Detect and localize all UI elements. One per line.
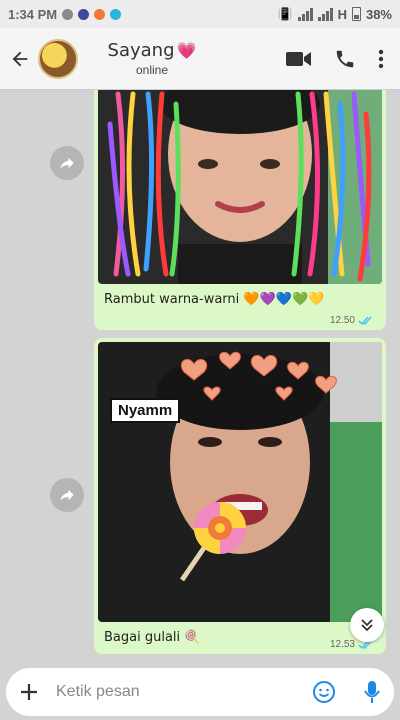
contact-name: Sayang (107, 40, 175, 61)
app-icon (110, 8, 122, 20)
app-icon (78, 8, 90, 20)
photo-lollipop (98, 342, 382, 622)
status-bar: 1:34 PM 📳 H 38% (0, 0, 400, 28)
message-bubble[interactable]: Rambut warna-warni 🧡💜💙💚💛 12.50 (94, 90, 386, 330)
attach-plus-icon[interactable] (20, 683, 38, 701)
music-icon (94, 8, 106, 20)
network-type: H (337, 6, 347, 22)
message-bubble[interactable]: Nyamm Bagai gulali 🍭 12.53 (94, 338, 386, 654)
voice-call-icon[interactable] (334, 48, 356, 70)
signal-icon (297, 7, 313, 21)
chat-area[interactable]: Rambut warna-warni 🧡💜💙💚💛 12.50 Nyamm Bag… (0, 90, 400, 665)
microphone-icon[interactable] (364, 680, 380, 704)
forward-button[interactable] (50, 146, 84, 180)
message-photo[interactable]: Nyamm (98, 342, 382, 622)
battery-level: 38% (365, 6, 392, 22)
message-composer (6, 668, 394, 716)
vibrate-icon: 📳 (277, 7, 293, 21)
double-chevron-down-icon (361, 619, 373, 632)
emoji-icon[interactable] (312, 680, 336, 704)
signal-icon (317, 7, 333, 21)
message-meta: 12.50 (330, 315, 374, 326)
message-time: 12.50 (329, 315, 355, 326)
battery-icon (351, 7, 361, 21)
read-ticks-icon (358, 315, 372, 325)
forward-icon (60, 489, 74, 501)
message-photo[interactable] (98, 90, 382, 284)
forward-icon (60, 157, 74, 169)
contact-status: online (135, 63, 169, 77)
contact-info[interactable]: Sayang 💗 online (18, 40, 286, 77)
scroll-to-bottom-button[interactable] (350, 608, 384, 642)
notification-icon (62, 8, 74, 20)
message-caption: Rambut warna-warni 🧡💜💙💚💛 (104, 292, 325, 307)
sticker-text: Nyamm (110, 398, 181, 423)
heart-icon: 💗 (176, 42, 197, 60)
video-call-icon[interactable] (286, 50, 312, 68)
more-options-icon[interactable] (378, 49, 384, 69)
status-time: 1:34 PM (8, 6, 58, 22)
message-time: 12.53 (329, 639, 355, 650)
photo-colorful-hair (98, 90, 382, 284)
message-input[interactable] (56, 683, 312, 701)
chat-header: Sayang 💗 online (0, 28, 400, 90)
forward-button[interactable] (50, 478, 84, 512)
